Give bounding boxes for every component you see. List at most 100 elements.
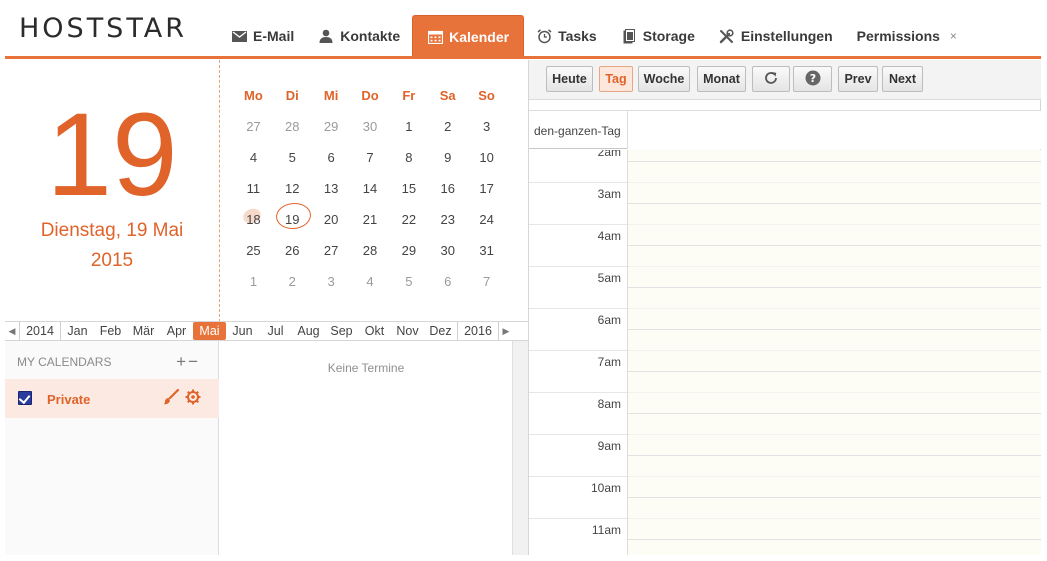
mini-day-hovered[interactable]: 18 — [234, 212, 273, 227]
mini-day[interactable]: 25 — [234, 243, 273, 258]
add-calendar-icon[interactable]: + — [176, 352, 188, 371]
mini-day[interactable]: 24 — [467, 212, 506, 227]
half-hour-line — [628, 308, 1041, 309]
mini-day[interactable]: 17 — [467, 181, 506, 196]
month-mai[interactable]: Mai — [193, 322, 226, 340]
mini-day[interactable]: 27 — [312, 243, 351, 258]
mini-day[interactable]: 9 — [428, 150, 467, 165]
month-apr[interactable]: Apr — [160, 322, 193, 340]
mini-day[interactable]: 12 — [273, 181, 312, 196]
mini-day[interactable]: 1 — [389, 119, 428, 134]
nav-tab-label: E-Mail — [253, 28, 295, 44]
week-view-button[interactable]: Woche — [638, 66, 690, 92]
mini-day[interactable]: 6 — [312, 150, 351, 165]
prev-button[interactable]: Prev — [838, 66, 878, 92]
refresh-button[interactable] — [752, 66, 790, 92]
month-jan[interactable]: Jan — [61, 322, 94, 340]
day-view-button[interactable]: Tag — [599, 66, 633, 92]
day-column[interactable] — [627, 150, 1041, 555]
mini-day[interactable]: 29 — [312, 119, 351, 134]
next-year-button[interactable]: 2016 — [457, 322, 499, 340]
nav-tab-kalender[interactable]: Kalender — [412, 15, 525, 57]
hour-line — [628, 287, 1041, 288]
close-icon[interactable]: × — [950, 29, 957, 43]
nav-tab-einstellungen[interactable]: Einstellungen — [707, 15, 845, 57]
mini-calendar-week: 18 19 20 21 22 23 24 — [234, 204, 506, 235]
mini-day[interactable]: 6 — [428, 274, 467, 289]
hour-tick — [529, 518, 627, 519]
mini-day[interactable]: 28 — [273, 119, 312, 134]
nav-tab-permissions[interactable]: Permissions × — [845, 15, 969, 57]
mini-day[interactable]: 2 — [273, 274, 312, 289]
hour-label: 3am — [597, 187, 621, 201]
month-mar[interactable]: Mär — [127, 322, 160, 340]
month-nov[interactable]: Nov — [391, 322, 424, 340]
today-button[interactable]: Heute — [546, 66, 593, 92]
mini-day[interactable]: 1 — [234, 274, 273, 289]
hour-label: 7am — [597, 355, 621, 369]
mini-day[interactable]: 11 — [234, 181, 273, 196]
mini-day[interactable]: 7 — [467, 274, 506, 289]
month-jun[interactable]: Jun — [226, 322, 259, 340]
mini-day[interactable]: 26 — [273, 243, 312, 258]
nav-tab-tasks[interactable]: Tasks — [524, 15, 609, 57]
mini-day[interactable]: 10 — [467, 150, 506, 165]
nav-tab-storage[interactable]: Storage — [609, 15, 707, 57]
mini-day[interactable]: 30 — [351, 119, 390, 134]
nav-tab-kontakte[interactable]: Kontakte — [306, 15, 412, 57]
month-aug[interactable]: Aug — [292, 322, 325, 340]
mini-day[interactable]: 5 — [273, 150, 312, 165]
next-button[interactable]: Next — [882, 66, 923, 92]
mini-day[interactable]: 15 — [389, 181, 428, 196]
hoststar-logo[interactable]: HOSTSTAR — [19, 13, 187, 44]
help-icon: ? — [805, 70, 821, 89]
mini-day[interactable]: 2 — [428, 119, 467, 134]
mini-day[interactable]: 7 — [351, 150, 390, 165]
nav-tab-email[interactable]: E-Mail — [219, 15, 306, 57]
mini-day[interactable]: 4 — [351, 274, 390, 289]
brush-icon[interactable] — [163, 388, 180, 410]
all-day-label: den-ganzen-Tag — [534, 124, 621, 138]
all-day-slot[interactable] — [627, 111, 1041, 149]
hour-line — [628, 203, 1041, 204]
mini-day-selected[interactable]: 19 — [273, 212, 312, 227]
event-list-scrollbar[interactable] — [512, 341, 528, 555]
mini-day[interactable]: 23 — [428, 212, 467, 227]
mini-day[interactable]: 16 — [428, 181, 467, 196]
month-okt[interactable]: Okt — [358, 322, 391, 340]
prev-year-arrow-icon[interactable]: ◀ — [5, 326, 19, 337]
nav-tab-label: Kalender — [449, 28, 510, 45]
prev-year-button[interactable]: 2014 — [19, 322, 61, 340]
hour-tick — [529, 224, 627, 225]
mini-day[interactable]: 22 — [389, 212, 428, 227]
month-dez[interactable]: Dez — [424, 322, 457, 340]
gear-icon[interactable] — [185, 389, 201, 410]
mini-day[interactable]: 4 — [234, 150, 273, 165]
month-strip: ◀ 2014 Jan Feb Mär Apr Mai Jun Jul Aug S… — [5, 321, 528, 341]
next-year-arrow-icon[interactable]: ▶ — [499, 326, 513, 337]
remove-calendar-icon[interactable]: − — [188, 352, 200, 371]
month-view-button[interactable]: Monat — [697, 66, 746, 92]
mini-day[interactable]: 3 — [312, 274, 351, 289]
mini-calendar-week: 11 12 13 14 15 16 17 — [234, 173, 506, 204]
hour-line — [628, 371, 1041, 372]
mini-day[interactable]: 20 — [312, 212, 351, 227]
weekday-header: Sa — [439, 88, 456, 103]
mini-day[interactable]: 30 — [428, 243, 467, 258]
month-sep[interactable]: Sep — [325, 322, 358, 340]
mini-day[interactable]: 29 — [389, 243, 428, 258]
help-button[interactable]: ? — [793, 66, 832, 92]
mini-day[interactable]: 8 — [389, 150, 428, 165]
mini-day[interactable]: 21 — [351, 212, 390, 227]
month-feb[interactable]: Feb — [94, 322, 127, 340]
month-jul[interactable]: Jul — [259, 322, 292, 340]
mini-day[interactable]: 27 — [234, 119, 273, 134]
mini-day[interactable]: 5 — [389, 274, 428, 289]
calendar-visibility-checkbox[interactable] — [18, 391, 32, 405]
mini-day[interactable]: 31 — [467, 243, 506, 258]
mini-day[interactable]: 3 — [467, 119, 506, 134]
calendar-item-private[interactable]: Private — [5, 379, 219, 418]
mini-day[interactable]: 28 — [351, 243, 390, 258]
mini-day[interactable]: 13 — [312, 181, 351, 196]
mini-day[interactable]: 14 — [351, 181, 390, 196]
